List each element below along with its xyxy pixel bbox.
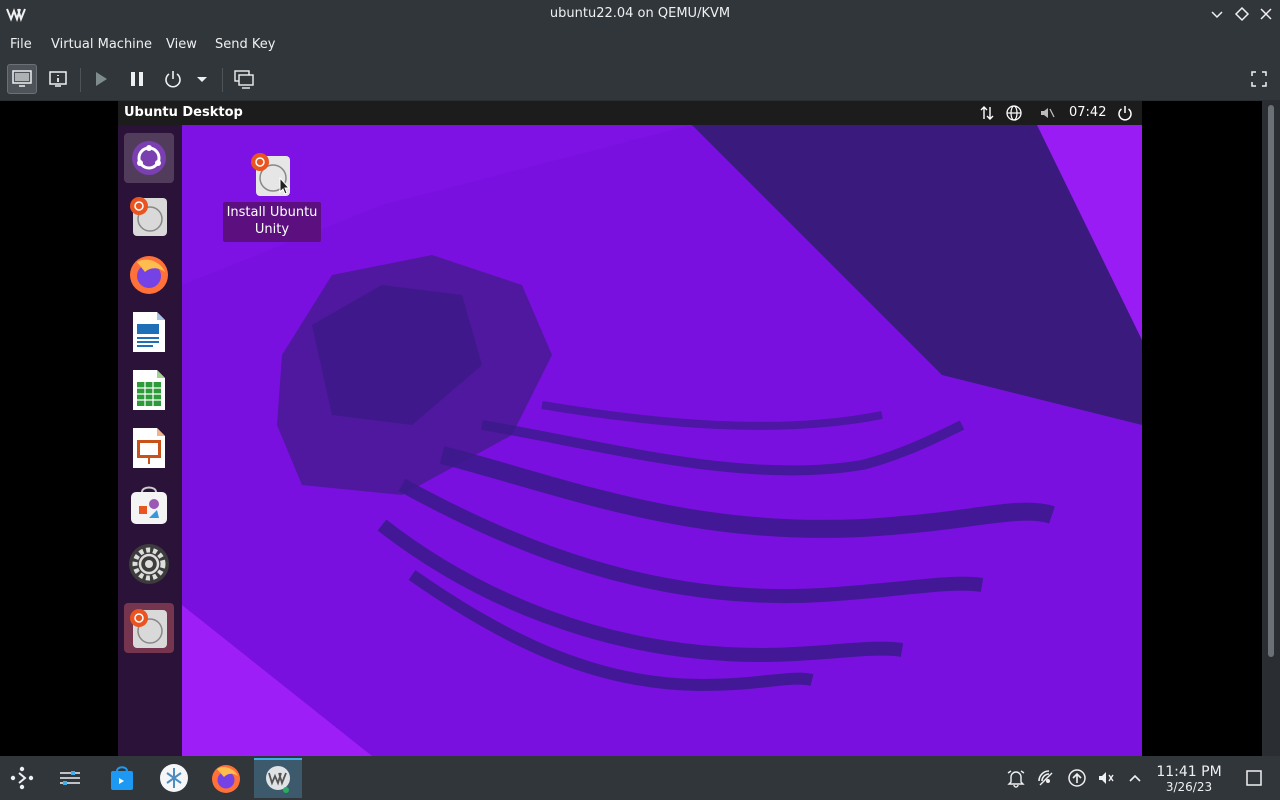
guest-dock <box>118 125 182 756</box>
globe-icon[interactable] <box>1005 104 1023 122</box>
menubar: File Virtual Machine View Send Key <box>0 28 1280 60</box>
notifications-icon[interactable] <box>1006 768 1026 788</box>
minimize-chevron-icon[interactable] <box>1207 4 1227 24</box>
toolbar-separator <box>222 68 223 92</box>
guest-screen[interactable]: Ubuntu Desktop 07:42 Install Ubuntu Unit… <box>118 101 1142 756</box>
console-button[interactable] <box>7 64 37 94</box>
taskbar-clock-date[interactable]: 3/26/23 <box>1150 780 1228 794</box>
vm-display[interactable]: Ubuntu Desktop 07:42 Install Ubuntu Unit… <box>0 101 1262 756</box>
software-icon <box>131 486 167 524</box>
taskbar-discover[interactable] <box>100 758 144 798</box>
shutdown-menu-button[interactable] <box>190 64 214 94</box>
close-icon[interactable] <box>1256 4 1276 24</box>
virt-manager-icon <box>160 764 188 792</box>
discover-icon <box>111 766 133 790</box>
vertical-scrollbar[interactable] <box>1264 101 1278 756</box>
details-icon <box>49 71 67 87</box>
firefox-icon <box>130 256 168 294</box>
ubuntu-logo-icon <box>132 141 166 175</box>
run-button[interactable] <box>85 64 115 94</box>
impress-icon <box>133 428 165 468</box>
updates-icon[interactable] <box>1067 768 1087 788</box>
taskbar-virt-manager[interactable] <box>152 758 196 798</box>
volume-muted-icon[interactable] <box>1038 104 1056 122</box>
dock-item-writer[interactable] <box>124 307 174 357</box>
guest-topbar: Ubuntu Desktop 07:42 <box>118 101 1142 125</box>
dock-item-software[interactable] <box>124 481 174 531</box>
snapshots-icon <box>234 70 254 89</box>
toolbar <box>0 60 1280 100</box>
snapshots-button[interactable] <box>229 64 259 94</box>
play-icon <box>96 72 107 86</box>
install-ubuntu-icon <box>251 153 291 196</box>
install-ubuntu-running-icon <box>130 609 167 648</box>
maximize-diamond-icon[interactable] <box>1232 4 1252 24</box>
power-icon[interactable] <box>1116 104 1134 122</box>
vm-window-icon <box>266 766 290 793</box>
fullscreen-icon <box>1251 71 1267 87</box>
console-icon <box>12 70 32 87</box>
writer-icon <box>133 312 165 352</box>
menu-view[interactable]: View <box>166 37 197 52</box>
dock-item-install-ubuntu-running[interactable] <box>124 603 174 653</box>
firefox-icon <box>212 765 240 793</box>
fullscreen-button[interactable] <box>1244 64 1274 94</box>
taskbar-settings-panel[interactable] <box>48 758 92 798</box>
dock-item-show-apps[interactable] <box>124 133 174 183</box>
dock-item-calc[interactable] <box>124 365 174 415</box>
chevron-down-icon <box>197 77 207 82</box>
guest-desktop-title[interactable]: Ubuntu Desktop <box>124 105 243 120</box>
guest-clock[interactable]: 07:42 <box>1069 105 1106 120</box>
menu-send-key[interactable]: Send Key <box>215 37 275 52</box>
window-title: ubuntu22.04 on QEMU/KVM <box>549 6 731 21</box>
desktop-icon-label: Install Ubuntu Unity <box>223 202 321 242</box>
taskbar-launcher[interactable] <box>0 758 44 798</box>
details-button[interactable] <box>43 64 73 94</box>
window-titlebar: ubuntu22.04 on QEMU/KVM <box>0 0 1280 28</box>
pause-icon <box>131 72 143 86</box>
network-icon[interactable] <box>1036 768 1056 788</box>
jellyfish-wallpaper <box>182 125 1142 756</box>
settings-icon <box>129 544 169 584</box>
dock-item-install-ubuntu[interactable] <box>124 191 174 241</box>
show-desktop-icon[interactable] <box>1244 768 1264 788</box>
install-ubuntu-icon <box>130 197 167 236</box>
expand-tray-icon[interactable] <box>1125 768 1145 788</box>
menu-virtual-machine[interactable]: Virtual Machine <box>51 37 152 52</box>
calc-icon <box>133 370 165 410</box>
dock-item-impress[interactable] <box>124 423 174 473</box>
dock-item-firefox[interactable] <box>124 249 174 299</box>
launcher-icon <box>10 766 34 790</box>
shutdown-button[interactable] <box>158 64 188 94</box>
pause-button[interactable] <box>122 64 152 94</box>
toolbar-separator <box>80 68 81 92</box>
taskbar-clock-time[interactable]: 11:41 PM <box>1150 764 1228 780</box>
volume-icon[interactable] <box>1096 768 1116 788</box>
menu-file[interactable]: File <box>10 37 32 52</box>
host-taskbar: 11:41 PM 3/26/23 <box>0 756 1280 800</box>
network-arrows-icon[interactable] <box>978 104 996 122</box>
settings-panel-icon <box>60 771 80 785</box>
taskbar-firefox[interactable] <box>204 758 248 798</box>
power-icon <box>165 71 181 88</box>
scrollbar-thumb[interactable] <box>1268 105 1274 657</box>
dock-item-settings[interactable] <box>124 539 174 589</box>
taskbar-vm-window[interactable] <box>254 758 302 798</box>
